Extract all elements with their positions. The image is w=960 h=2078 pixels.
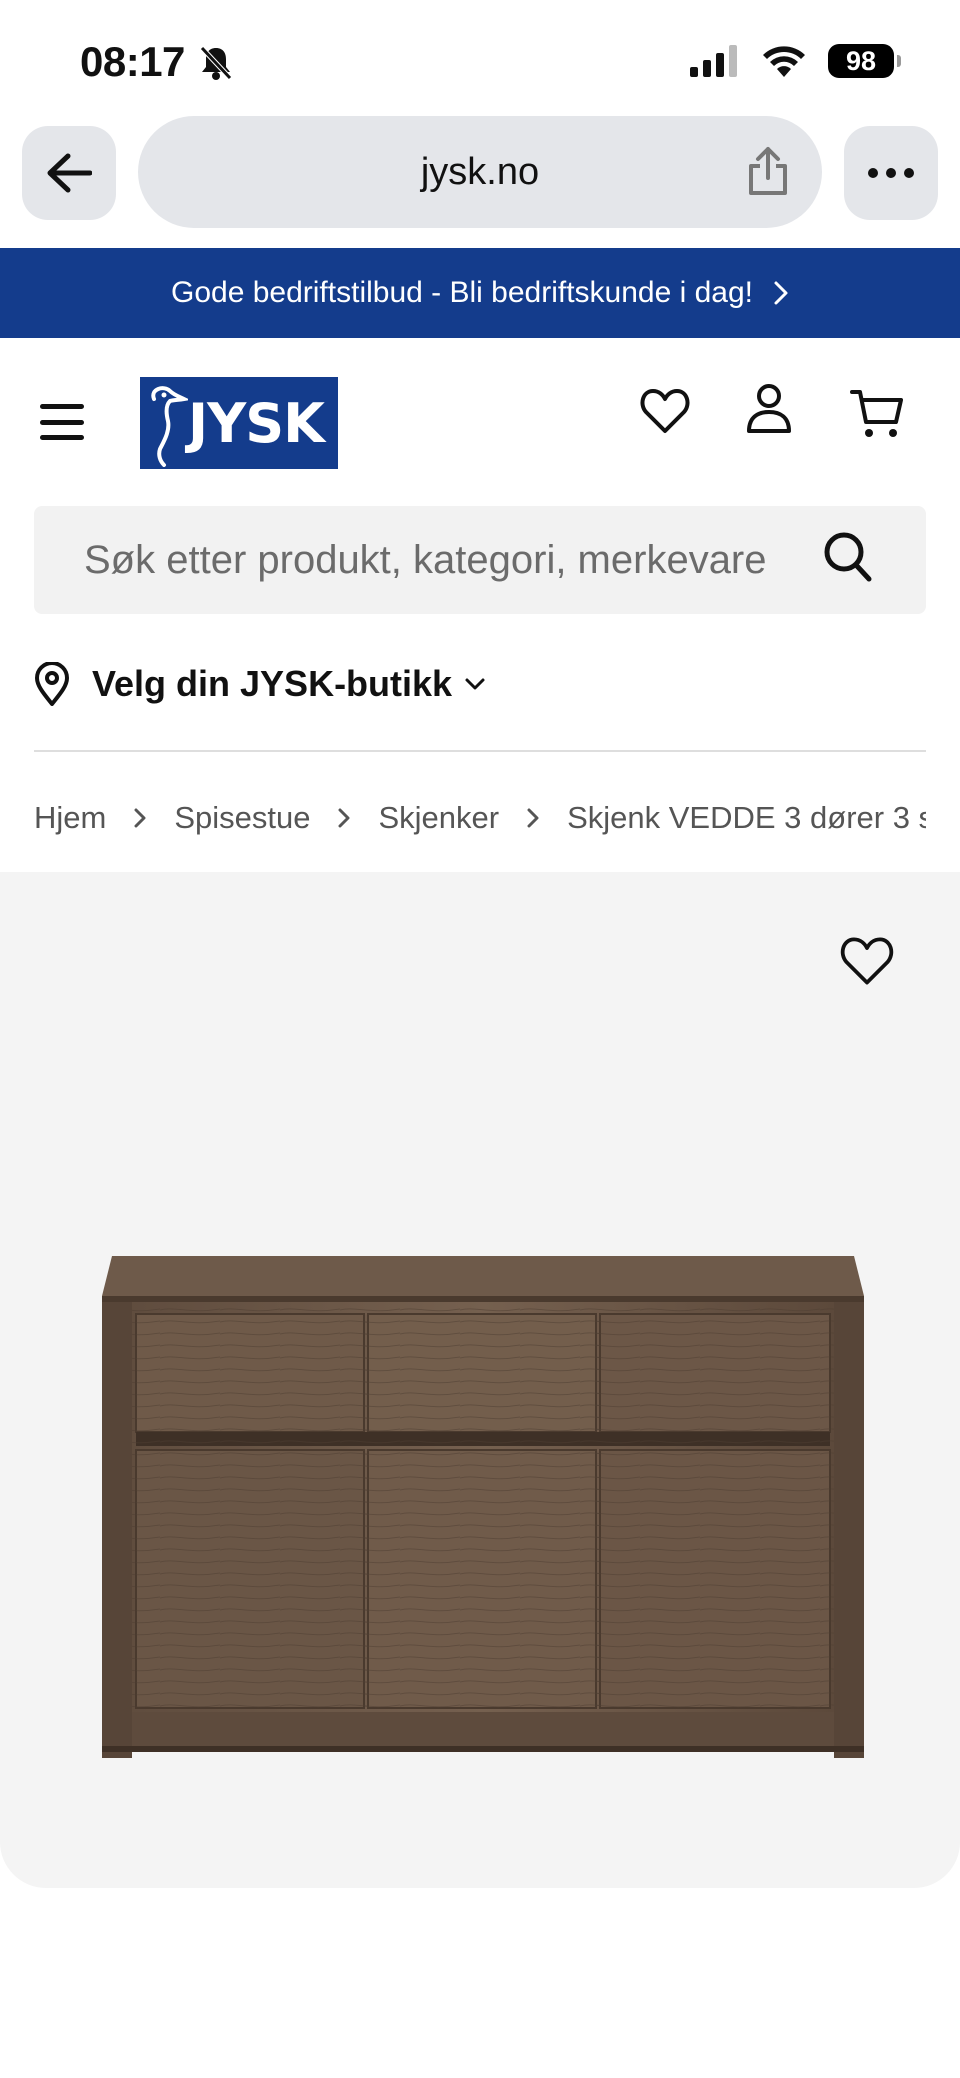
all-tabs-label: Alle faner (732, 1990, 848, 2020)
wifi-icon (763, 46, 805, 77)
share-icon[interactable] (746, 146, 790, 196)
status-indicators: 98 (690, 44, 901, 78)
store-label: Velg din JYSK-butikk (92, 663, 453, 704)
product-image (102, 1256, 864, 1758)
battery-indicator: 98 (828, 44, 901, 78)
chevron-right-icon (338, 808, 350, 828)
breadcrumb: Hjem Spisestue Skjenker Skjenk VEDDE 3 d… (34, 796, 926, 840)
signal-icon (690, 45, 737, 77)
search-input[interactable]: Søk etter produkt, kategori, merkevare (34, 506, 926, 614)
search-sparkle-icon (140, 1928, 197, 1981)
tabs-count-icon: 70 (763, 1926, 817, 1980)
promo-text: Gode bedriftstilbud - Bli bedriftskunde … (171, 276, 753, 309)
site-header: JYSK (0, 338, 960, 488)
bell-muted-icon (200, 46, 232, 80)
product-image-gallery[interactable] (0, 872, 960, 1888)
promo-banner[interactable]: Gode bedriftstilbud - Bli bedriftskunde … (0, 248, 960, 338)
user-icon[interactable] (746, 382, 792, 434)
all-tabs-button[interactable]: 70 Alle faner (690, 1926, 890, 2021)
arrow-left-icon (47, 153, 92, 193)
store-selector[interactable]: Velg din JYSK-butikk (34, 652, 486, 716)
location-pin-icon (35, 662, 69, 706)
divider (34, 750, 926, 752)
status-time: 08:17 (80, 38, 185, 85)
status-bar: 08:17 98 (0, 0, 960, 118)
new-tab-button[interactable]: Ny fane (380, 1926, 580, 2025)
url-text: jysk.no (420, 150, 540, 193)
jysk-logo[interactable]: JYSK (140, 377, 338, 469)
plus-circle-icon (451, 1926, 509, 1984)
address-bar[interactable]: jysk.no (138, 116, 822, 228)
breadcrumb-item-current: Skjenk VEDDE 3 dører 3 skuf (567, 800, 926, 835)
favorite-heart-icon[interactable] (840, 936, 894, 986)
new-tab-label: Ny fane (433, 1994, 527, 2024)
browser-bottom-bar: Spør om hva som helst Ny fane 70 Alle fa… (0, 1828, 960, 2078)
back-button[interactable] (22, 126, 116, 220)
cart-icon[interactable] (850, 388, 904, 440)
breadcrumb-item-dining[interactable]: Spisestue (174, 800, 310, 836)
menu-icon[interactable] (40, 404, 84, 440)
heart-icon[interactable] (640, 388, 690, 434)
chevron-down-icon (465, 678, 485, 690)
breadcrumb-item-home[interactable]: Hjem (34, 800, 106, 836)
chevron-right-icon (527, 808, 539, 828)
search-icon[interactable] (822, 530, 874, 586)
goose-logo-icon (151, 386, 188, 467)
more-button[interactable] (844, 126, 938, 220)
ellipsis-icon (868, 168, 914, 178)
chevron-right-icon (134, 808, 146, 828)
chevron-right-icon (774, 281, 788, 305)
ask-anything-label: Spør om hva som helst (29, 1994, 307, 2024)
breadcrumb-item-sideboards[interactable]: Skjenker (378, 800, 499, 836)
logo-text: JYSK (188, 391, 325, 455)
browser-toolbar: jysk.no (0, 116, 960, 248)
ask-anything-button[interactable]: Spør om hva som helst (28, 1926, 308, 2025)
search-placeholder: Søk etter produkt, kategori, merkevare (84, 538, 767, 582)
